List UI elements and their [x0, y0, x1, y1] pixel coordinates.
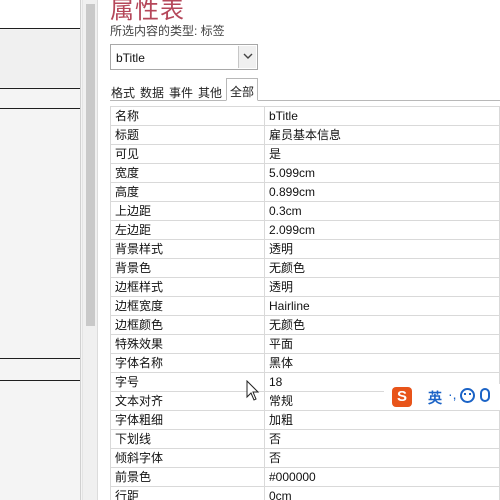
property-value[interactable]: 无颜色	[264, 315, 500, 335]
property-name: 标题	[110, 125, 265, 145]
property-value[interactable]: Hairline	[264, 296, 500, 316]
ime-punctuation-toggle[interactable]: ·,	[448, 386, 457, 402]
property-row[interactable]: 名称 bTitle	[110, 106, 500, 126]
section-divider	[0, 358, 80, 359]
property-name: 左边距	[110, 220, 265, 240]
property-name: 名称	[110, 106, 265, 126]
property-name: 上边距	[110, 201, 265, 221]
section-band	[0, 30, 80, 87]
report-header-band	[0, 0, 80, 28]
property-value[interactable]: 0cm	[264, 486, 500, 500]
property-name: 特殊效果	[110, 334, 265, 354]
property-value[interactable]: #000000	[264, 467, 500, 487]
property-row[interactable]: 字体名称 黑体	[110, 353, 500, 373]
property-name: 倾斜字体	[110, 448, 265, 468]
property-value[interactable]: 2.099cm	[264, 220, 500, 240]
microphone-icon[interactable]	[480, 388, 490, 402]
property-name: 字体粗细	[110, 410, 265, 430]
property-name: 行距	[110, 486, 265, 500]
property-name: 边框宽度	[110, 296, 265, 316]
property-name: 边框颜色	[110, 315, 265, 335]
property-grid: 名称 bTitle 标题 雇员基本信息 可见是宽度 5.099cm 高度 0.899cm 上边距…	[110, 106, 500, 500]
ime-toolbar[interactable]: S 英 ·,	[384, 384, 500, 410]
tab-format[interactable]: 格式	[110, 81, 136, 100]
mouse-cursor-icon	[246, 380, 260, 401]
property-sheet: 属性表 所选内容的类型: 标签 bTitle 格式 数据 事件 其他 全部 名称…	[98, 0, 500, 500]
property-value[interactable]: 是	[264, 144, 500, 164]
section-divider	[0, 108, 80, 109]
property-name: 可见	[110, 144, 265, 164]
property-row[interactable]: 边框宽度 Hairline	[110, 296, 500, 316]
section-divider	[0, 28, 80, 29]
property-name: 字体名称	[110, 353, 265, 373]
object-selector[interactable]: bTitle	[110, 44, 258, 70]
property-value[interactable]: 否	[264, 448, 500, 468]
ime-logo-icon[interactable]: S	[392, 387, 412, 407]
property-name: 背景色	[110, 258, 265, 278]
emoji-icon[interactable]	[460, 388, 475, 403]
property-row[interactable]: 可见是	[110, 144, 500, 164]
selection-type-label: 所选内容的类型: 标签	[110, 24, 225, 38]
property-value[interactable]: 否	[264, 429, 500, 449]
property-row[interactable]: 高度 0.899cm	[110, 182, 500, 202]
surface-edge	[80, 0, 81, 500]
object-selector-value: bTitle	[116, 51, 145, 65]
property-row[interactable]: 边框样式 透明	[110, 277, 500, 297]
tab-event[interactable]: 事件	[168, 81, 194, 100]
tab-all[interactable]: 全部	[226, 78, 259, 101]
property-row[interactable]: 行距 0cm	[110, 486, 500, 500]
property-name: 前景色	[110, 467, 265, 487]
property-row[interactable]: 特殊效果 平面	[110, 334, 500, 354]
property-row[interactable]: 标题 雇员基本信息	[110, 125, 500, 145]
property-value[interactable]: 加粗	[264, 410, 500, 430]
tab-other[interactable]: 其他	[197, 81, 223, 100]
property-value[interactable]: 雇员基本信息	[264, 125, 500, 145]
property-value[interactable]: 平面	[264, 334, 500, 354]
property-name: 高度	[110, 182, 265, 202]
property-row[interactable]: 前景色 #000000	[110, 467, 500, 487]
property-row[interactable]: 宽度 5.099cm	[110, 163, 500, 183]
ime-language-toggle[interactable]: 英	[428, 388, 442, 408]
property-value[interactable]: 透明	[264, 239, 500, 259]
property-name: 文本对齐	[110, 391, 265, 411]
tabs-baseline	[110, 100, 500, 101]
property-row[interactable]: 下划线否	[110, 429, 500, 449]
vertical-scrollbar[interactable]	[82, 0, 98, 500]
chevron-down-icon	[243, 53, 253, 59]
property-name: 下划线	[110, 429, 265, 449]
property-value[interactable]: 无颜色	[264, 258, 500, 278]
design-surface	[0, 0, 82, 500]
property-row[interactable]: 倾斜字体否	[110, 448, 500, 468]
property-value[interactable]: bTitle	[264, 106, 500, 126]
tab-data[interactable]: 数据	[139, 81, 165, 100]
scrollbar-thumb[interactable]	[86, 4, 95, 326]
property-row[interactable]: 左边距 2.099cm	[110, 220, 500, 240]
section-divider	[0, 88, 80, 89]
property-name: 背景样式	[110, 239, 265, 259]
property-row[interactable]: 上边距 0.3cm	[110, 201, 500, 221]
section-divider	[0, 380, 80, 381]
property-name: 宽度	[110, 163, 265, 183]
property-value[interactable]: 黑体	[264, 353, 500, 373]
property-row[interactable]: 字体粗细 加粗	[110, 410, 500, 430]
property-name: 字号	[110, 372, 265, 392]
property-row[interactable]: 背景样式 透明	[110, 239, 500, 259]
dropdown-button[interactable]	[238, 46, 256, 68]
property-value[interactable]: 5.099cm	[264, 163, 500, 183]
property-value[interactable]: 0.899cm	[264, 182, 500, 202]
property-row[interactable]: 边框颜色 无颜色	[110, 315, 500, 335]
property-value[interactable]: 透明	[264, 277, 500, 297]
property-value[interactable]: 0.3cm	[264, 201, 500, 221]
property-row[interactable]: 背景色 无颜色	[110, 258, 500, 278]
property-name: 边框样式	[110, 277, 265, 297]
